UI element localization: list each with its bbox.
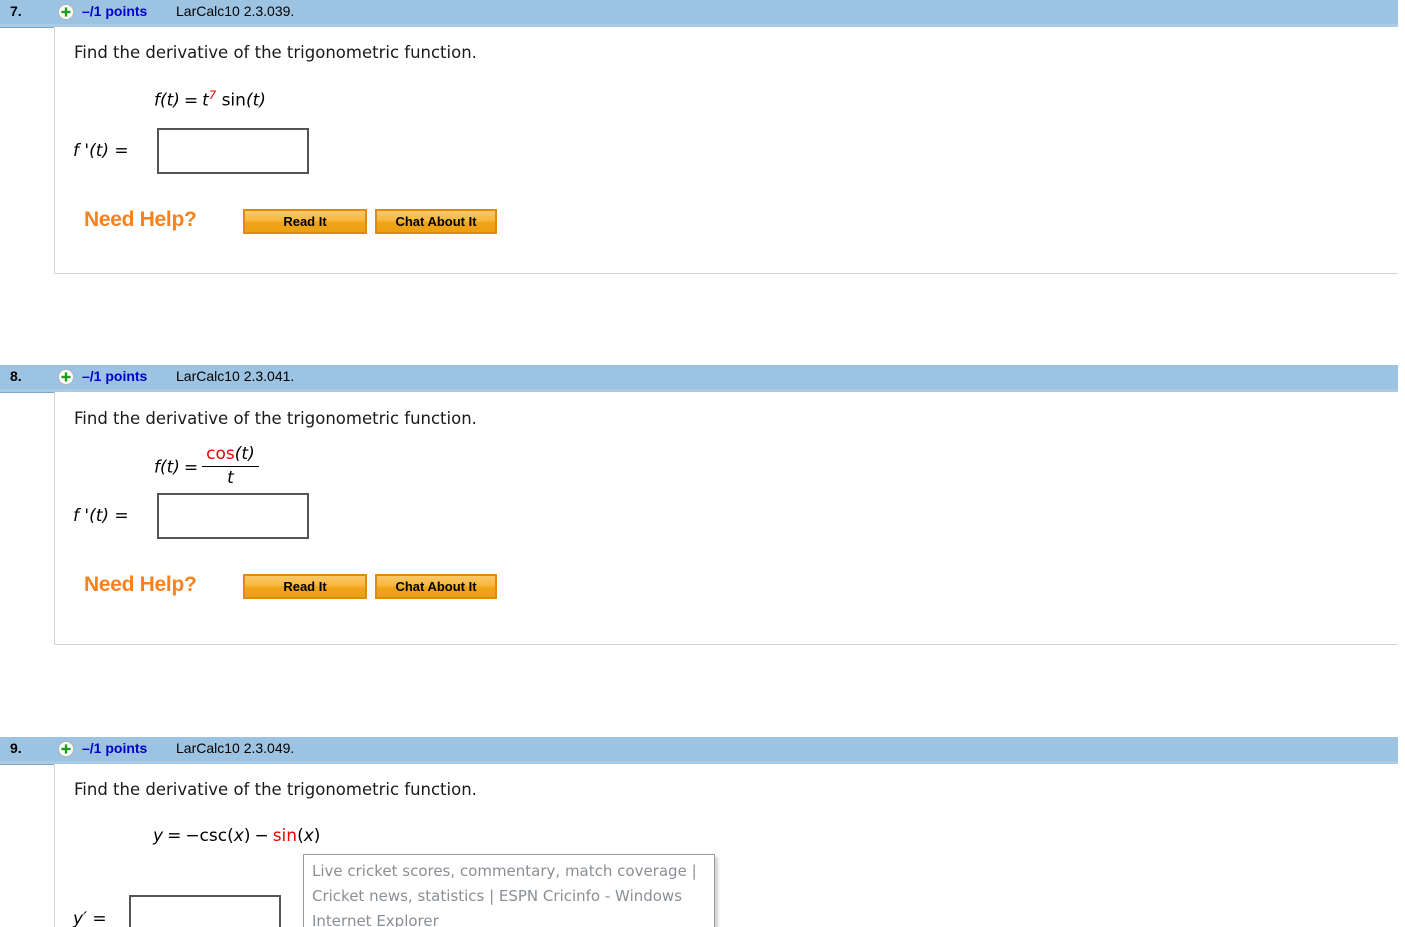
read-it-label-8: Read It <box>283 579 327 594</box>
equals-sign-8: = <box>183 457 199 478</box>
fraction-numerator-8: cos(t) <box>202 444 259 467</box>
function-term2-arg-9: (x) <box>297 826 321 846</box>
function-lhs-7: f(t) <box>154 90 180 111</box>
question-points-7: –/1 points <box>82 3 148 19</box>
need-help-label-7: Need Help? <box>84 208 197 231</box>
read-it-button-8[interactable]: Read It <box>243 574 367 599</box>
question-body-8: Find the derivative of the trigonometric… <box>54 392 1398 645</box>
question-block-7: 7. –/1 points LarCalc10 2.3.039. Find th… <box>0 0 1405 274</box>
numerator-trig-8: cos <box>206 444 235 464</box>
tooltip-line-1: Live cricket scores, commentary, match c… <box>312 862 697 880</box>
expand-plus-icon[interactable] <box>58 4 74 20</box>
chat-about-it-button-7[interactable]: Chat About It <box>375 209 497 234</box>
read-it-label-7: Read It <box>283 214 327 229</box>
answer-input-8[interactable] <box>157 493 309 539</box>
question-number-7: 7. <box>10 3 22 19</box>
answer-label-eq-8: = <box>114 506 129 526</box>
function-expression-8: f(t) = cos(t) t <box>154 444 259 490</box>
assignment-page: 7. –/1 points LarCalc10 2.3.039. Find th… <box>0 0 1405 927</box>
answer-label-prime-9: ′ <box>83 909 87 927</box>
question-block-8: 8. –/1 points LarCalc10 2.3.041. Find th… <box>0 365 1405 645</box>
question-header-7: 7. –/1 points LarCalc10 2.3.039. <box>0 0 1398 28</box>
answer-label-7: f '(t) = <box>73 141 129 161</box>
function-trig-7: sin <box>221 90 246 111</box>
chat-about-it-button-8[interactable]: Chat About It <box>375 574 497 599</box>
numerator-arg-8: (t) <box>234 444 255 464</box>
answer-label-8: f '(t) = <box>73 506 129 526</box>
question-reference-7: LarCalc10 2.3.039. <box>176 3 295 19</box>
question-prompt-7: Find the derivative of the trigonometric… <box>74 43 477 62</box>
answer-label-prime-7: '(t) <box>84 141 110 161</box>
chat-about-it-label-7: Chat About It <box>395 214 477 229</box>
answer-input-7[interactable] <box>157 128 309 174</box>
function-expression-7: f(t) = t7 sin(t) <box>154 88 266 111</box>
question-points-9: –/1 points <box>82 740 148 756</box>
answer-label-f-8: f <box>73 506 79 526</box>
answer-label-eq-9: = <box>92 909 107 927</box>
equals-sign-9: = <box>167 826 182 846</box>
function-term2-trig-9: sin <box>272 826 298 846</box>
answer-label-eq-7: = <box>114 141 129 161</box>
function-lhs-8: f(t) <box>154 457 180 478</box>
question-body-7: Find the derivative of the trigonometric… <box>54 27 1398 274</box>
answer-label-f-7: f <box>73 141 79 161</box>
function-term1-9: −csc(x) <box>185 826 251 846</box>
question-reference-9: LarCalc10 2.3.049. <box>176 740 295 756</box>
question-reference-8: LarCalc10 2.3.041. <box>176 368 295 384</box>
question-header-9: 9. –/1 points LarCalc10 2.3.049. <box>0 737 1398 765</box>
read-it-button-7[interactable]: Read It <box>243 209 367 234</box>
answer-label-prime-8: '(t) <box>84 506 110 526</box>
tooltip-line-3: Internet Explorer <box>312 912 439 927</box>
answer-input-9[interactable] <box>129 895 281 927</box>
question-points-8: –/1 points <box>82 368 148 384</box>
question-body-9: Find the derivative of the trigonometric… <box>54 764 1398 927</box>
question-number-9: 9. <box>10 740 22 756</box>
question-number-8: 8. <box>10 368 22 384</box>
ie-taskbar-tooltip: Live cricket scores, commentary, match c… <box>303 854 715 927</box>
function-expression-9: y = −csc(x) − sin(x) <box>153 826 320 846</box>
question-header-8: 8. –/1 points LarCalc10 2.3.041. <box>0 365 1398 393</box>
function-base-7: t <box>202 90 209 111</box>
tooltip-line-2: Cricket news, statistics | ESPN Cricinfo… <box>312 887 683 905</box>
chat-about-it-label-8: Chat About It <box>395 579 477 594</box>
expand-plus-icon[interactable] <box>58 369 74 385</box>
need-help-label-8: Need Help? <box>84 573 197 596</box>
expand-plus-icon[interactable] <box>58 741 74 757</box>
function-arg-7: (t) <box>245 90 266 111</box>
answer-label-y-9: y <box>73 909 84 927</box>
function-fraction-8: cos(t) t <box>202 444 259 489</box>
question-prompt-9: Find the derivative of the trigonometric… <box>74 780 477 799</box>
function-lhs-9: y <box>153 826 164 846</box>
equals-sign-7: = <box>183 90 199 111</box>
answer-label-9: y′ = <box>73 909 107 927</box>
question-prompt-8: Find the derivative of the trigonometric… <box>74 409 477 428</box>
function-exponent-7: 7 <box>208 88 217 102</box>
minus-sign-9: − <box>254 826 269 846</box>
fraction-denominator-8: t <box>227 468 234 488</box>
